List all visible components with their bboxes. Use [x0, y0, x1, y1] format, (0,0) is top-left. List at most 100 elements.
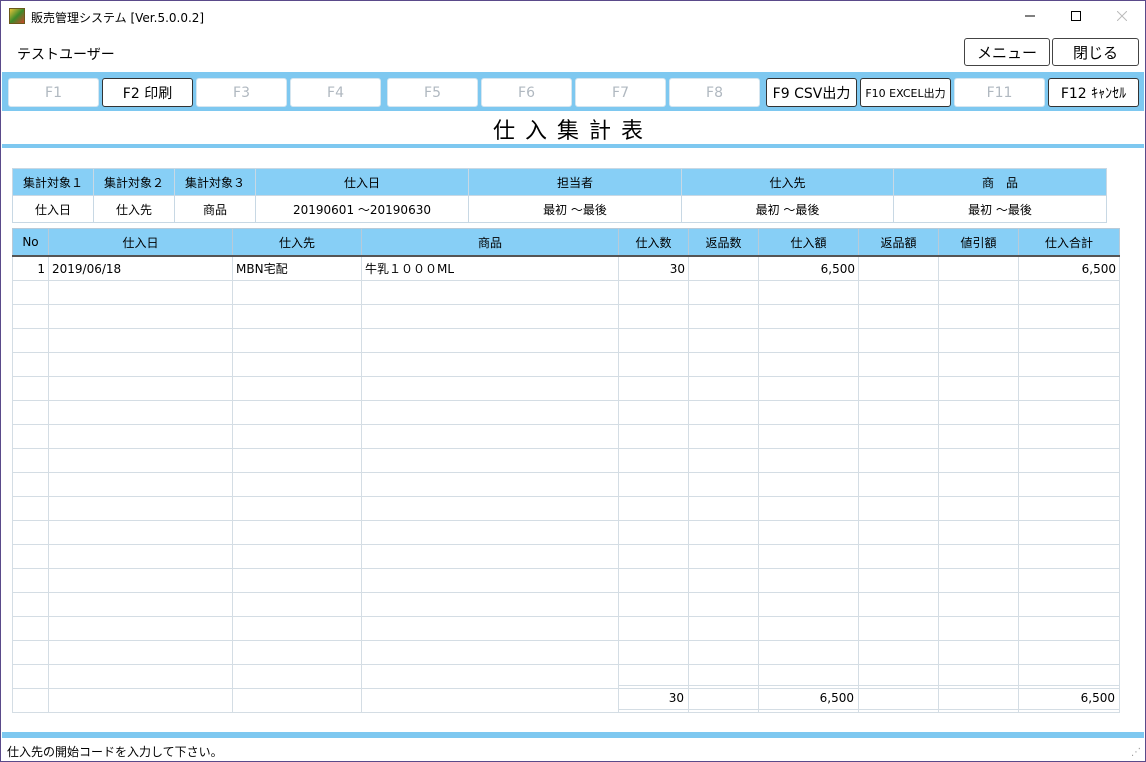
empty-cell[interactable] — [48, 448, 233, 473]
cell-supplier[interactable]: MBN宅配 — [232, 255, 362, 281]
cell-return-amount[interactable] — [858, 255, 939, 281]
empty-cell[interactable] — [1018, 496, 1120, 521]
empty-cell[interactable] — [48, 328, 233, 353]
f1-button[interactable]: F1 — [8, 78, 99, 107]
empty-cell[interactable] — [618, 496, 689, 521]
empty-cell[interactable] — [1018, 376, 1120, 401]
table-row[interactable] — [12, 520, 1120, 545]
empty-cell[interactable] — [688, 376, 759, 401]
resize-grip-icon[interactable]: ⋰ — [1131, 747, 1141, 758]
empty-cell[interactable] — [938, 424, 1019, 449]
empty-cell[interactable] — [232, 592, 362, 617]
empty-cell[interactable] — [361, 448, 619, 473]
empty-cell[interactable] — [232, 424, 362, 449]
close-icon[interactable] — [1099, 1, 1145, 31]
empty-cell[interactable] — [48, 568, 233, 593]
empty-cell[interactable] — [232, 304, 362, 329]
empty-cell[interactable] — [232, 448, 362, 473]
f6-button[interactable]: F6 — [481, 78, 572, 107]
table-row[interactable] — [12, 592, 1120, 617]
empty-cell[interactable] — [12, 472, 49, 497]
empty-cell[interactable] — [938, 592, 1019, 617]
empty-cell[interactable] — [12, 400, 49, 425]
empty-cell[interactable] — [858, 544, 939, 569]
empty-cell[interactable] — [688, 472, 759, 497]
empty-cell[interactable] — [758, 280, 859, 305]
empty-cell[interactable] — [48, 424, 233, 449]
column-header-product[interactable]: 商品 — [361, 228, 619, 257]
column-header-qty[interactable]: 仕入数 — [618, 228, 689, 257]
empty-cell[interactable] — [758, 376, 859, 401]
empty-cell[interactable] — [858, 400, 939, 425]
empty-cell[interactable] — [361, 616, 619, 641]
empty-cell[interactable] — [232, 400, 362, 425]
empty-cell[interactable] — [758, 352, 859, 377]
empty-cell[interactable] — [618, 568, 689, 593]
empty-cell[interactable] — [1018, 400, 1120, 425]
empty-cell[interactable] — [361, 520, 619, 545]
empty-cell[interactable] — [688, 400, 759, 425]
empty-cell[interactable] — [858, 304, 939, 329]
empty-cell[interactable] — [688, 352, 759, 377]
empty-cell[interactable] — [12, 592, 49, 617]
minimize-icon[interactable] — [1007, 1, 1053, 31]
empty-cell[interactable] — [232, 496, 362, 521]
empty-cell[interactable] — [938, 280, 1019, 305]
empty-cell[interactable] — [12, 616, 49, 641]
empty-cell[interactable] — [48, 640, 233, 665]
empty-cell[interactable] — [232, 616, 362, 641]
empty-cell[interactable] — [688, 592, 759, 617]
f2-print-button[interactable]: F2 印刷 — [102, 78, 193, 107]
empty-cell[interactable] — [688, 640, 759, 665]
empty-cell[interactable] — [1018, 280, 1120, 305]
empty-cell[interactable] — [361, 592, 619, 617]
empty-cell[interactable] — [12, 280, 49, 305]
empty-cell[interactable] — [1018, 568, 1120, 593]
empty-cell[interactable] — [758, 544, 859, 569]
empty-cell[interactable] — [1018, 472, 1120, 497]
empty-cell[interactable] — [688, 568, 759, 593]
empty-cell[interactable] — [361, 472, 619, 497]
empty-cell[interactable] — [48, 592, 233, 617]
table-row[interactable] — [12, 304, 1120, 329]
cell-no[interactable]: 1 — [12, 255, 49, 281]
empty-cell[interactable] — [758, 400, 859, 425]
empty-cell[interactable] — [618, 280, 689, 305]
empty-cell[interactable] — [361, 376, 619, 401]
empty-cell[interactable] — [858, 568, 939, 593]
empty-cell[interactable] — [48, 400, 233, 425]
empty-cell[interactable] — [361, 328, 619, 353]
f3-button[interactable]: F3 — [196, 78, 287, 107]
empty-cell[interactable] — [12, 664, 49, 689]
cell-qty[interactable]: 30 — [618, 255, 689, 281]
table-row[interactable]: 1 2019/06/18 MBN宅配 牛乳１０００ML 30 6,500 6,5… — [12, 255, 1120, 281]
menu-button[interactable]: メニュー — [964, 38, 1050, 66]
empty-cell[interactable] — [361, 664, 619, 689]
empty-cell[interactable] — [858, 448, 939, 473]
empty-cell[interactable] — [1018, 520, 1120, 545]
empty-cell[interactable] — [618, 544, 689, 569]
empty-cell[interactable] — [688, 616, 759, 641]
empty-cell[interactable] — [48, 472, 233, 497]
empty-cell[interactable] — [12, 568, 49, 593]
empty-cell[interactable] — [232, 544, 362, 569]
empty-cell[interactable] — [758, 328, 859, 353]
empty-cell[interactable] — [48, 664, 233, 689]
empty-cell[interactable] — [618, 592, 689, 617]
empty-cell[interactable] — [858, 376, 939, 401]
empty-cell[interactable] — [12, 352, 49, 377]
table-row[interactable] — [12, 376, 1120, 401]
table-row[interactable] — [12, 328, 1120, 353]
table-row[interactable] — [12, 424, 1120, 449]
empty-cell[interactable] — [688, 280, 759, 305]
table-row[interactable] — [12, 472, 1120, 497]
empty-cell[interactable] — [938, 376, 1019, 401]
cell-total[interactable]: 6,500 — [1018, 255, 1120, 281]
empty-cell[interactable] — [48, 544, 233, 569]
table-row[interactable] — [12, 568, 1120, 593]
empty-cell[interactable] — [1018, 592, 1120, 617]
empty-cell[interactable] — [361, 640, 619, 665]
purchase-summary-grid[interactable]: No 仕入日 仕入先 商品 仕入数 返品数 仕入額 返品額 値引額 仕入合計 1… — [12, 228, 1120, 713]
empty-cell[interactable] — [48, 376, 233, 401]
table-row[interactable] — [12, 640, 1120, 665]
